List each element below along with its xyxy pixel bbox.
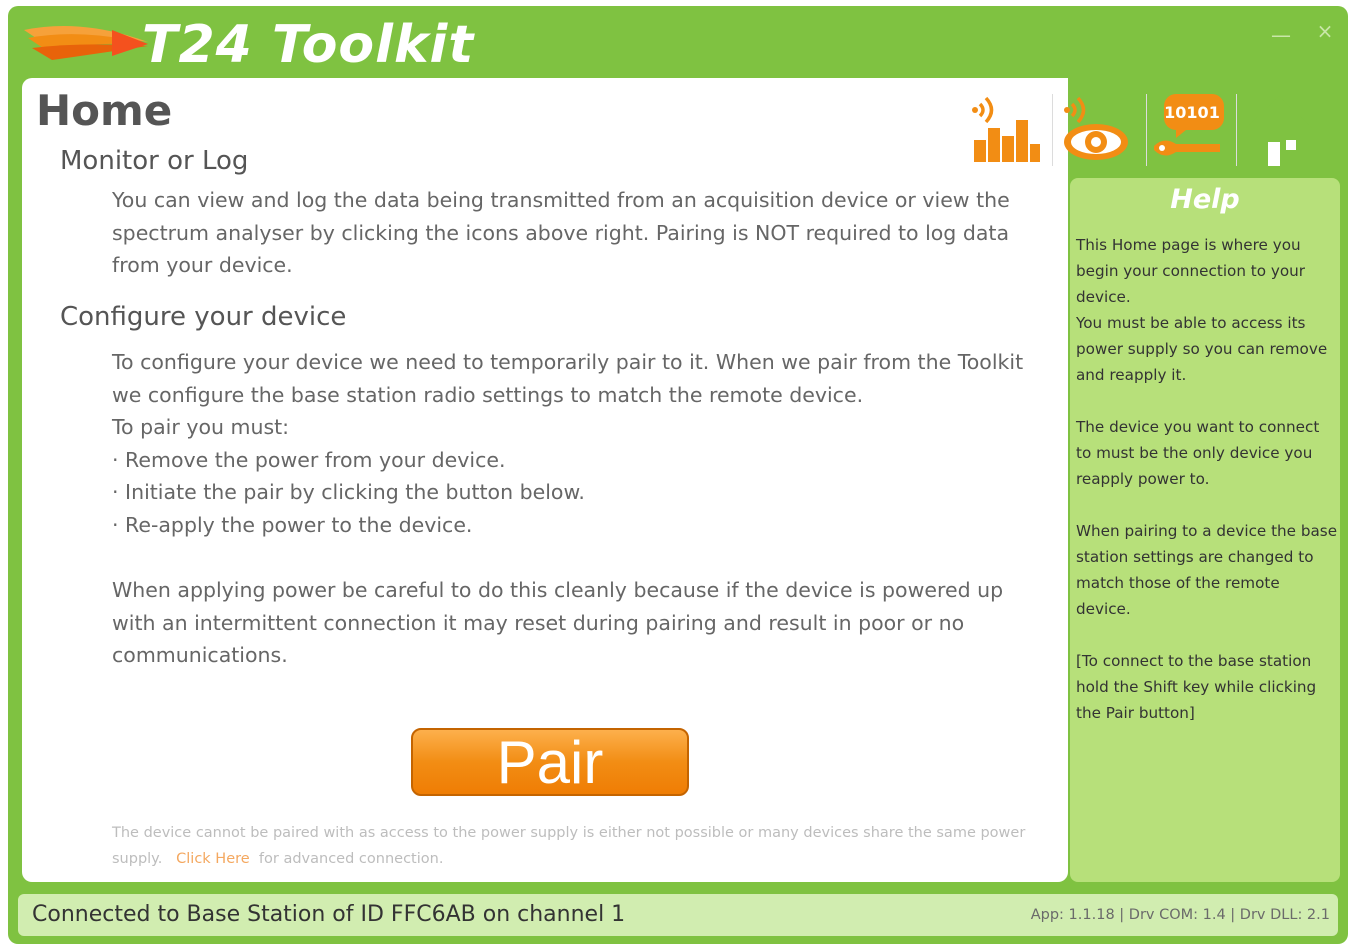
nav-toolbar: 10101: [968, 90, 1324, 170]
toolbar-divider: [1146, 94, 1147, 166]
spectrum-view-icon[interactable]: [1058, 90, 1132, 170]
configure-must: To pair you must:: [112, 415, 290, 439]
app-title: T24 Toolkit: [142, 15, 475, 75]
version-info: App: 1.1.18 | Drv COM: 1.4 | Drv DLL: 2.…: [1030, 907, 1330, 923]
configure-step: · Remove the power from your device.: [112, 448, 506, 472]
configure-heading: Configure your device: [60, 302, 347, 332]
monitor-heading: Monitor or Log: [60, 146, 249, 176]
toolbar-divider: [1236, 94, 1237, 166]
note-text-after: for advanced connection.: [258, 851, 444, 867]
monitor-text: You can view and log the data being tran…: [112, 188, 1010, 278]
help-paragraph: [To connect to the base station hold the…: [1076, 652, 1317, 722]
logo-swoosh-icon: [24, 26, 148, 60]
binary-label: 10101: [1164, 103, 1220, 122]
click-here-link[interactable]: Click Here: [176, 851, 250, 867]
configure-icon[interactable]: 10101: [1152, 90, 1226, 170]
help-panel: Help This Home page is where you begin y…: [1070, 178, 1340, 882]
toolbar-divider: [1052, 94, 1053, 166]
log-data-icon[interactable]: [970, 90, 1044, 170]
help-paragraph: This Home page is where you begin your c…: [1076, 236, 1328, 384]
connection-status: Connected to Base Station of ID FFC6AB o…: [32, 902, 626, 927]
help-paragraph: When pairing to a device the base statio…: [1076, 522, 1338, 618]
minimize-button[interactable]: —: [1270, 24, 1292, 46]
status-bar: Connected to Base Station of ID FFC6AB o…: [18, 894, 1338, 936]
pair-button[interactable]: Pair: [411, 728, 689, 796]
app-window: T24 Toolkit — × Home Monitor or Log You …: [8, 6, 1348, 944]
page-title: Home: [36, 86, 173, 135]
title-bar: T24 Toolkit — ×: [8, 6, 1348, 80]
help-body: This Home page is where you begin your c…: [1076, 232, 1338, 752]
configure-intro: To configure your device we need to temp…: [112, 350, 1024, 407]
home-icon[interactable]: [1242, 90, 1316, 170]
close-button[interactable]: ×: [1314, 20, 1336, 42]
main-content: Home Monitor or Log You can view and log…: [22, 78, 1068, 882]
configure-step: · Initiate the pair by clicking the butt…: [112, 480, 585, 504]
help-paragraph: The device you want to connect to must b…: [1076, 418, 1320, 488]
advanced-connection-note: The device cannot be paired with as acce…: [112, 820, 1042, 872]
help-title: Help: [1170, 184, 1240, 215]
configure-step: · Re-apply the power to the device.: [112, 513, 473, 537]
power-warning-text: When applying power be careful to do thi…: [112, 578, 1004, 668]
